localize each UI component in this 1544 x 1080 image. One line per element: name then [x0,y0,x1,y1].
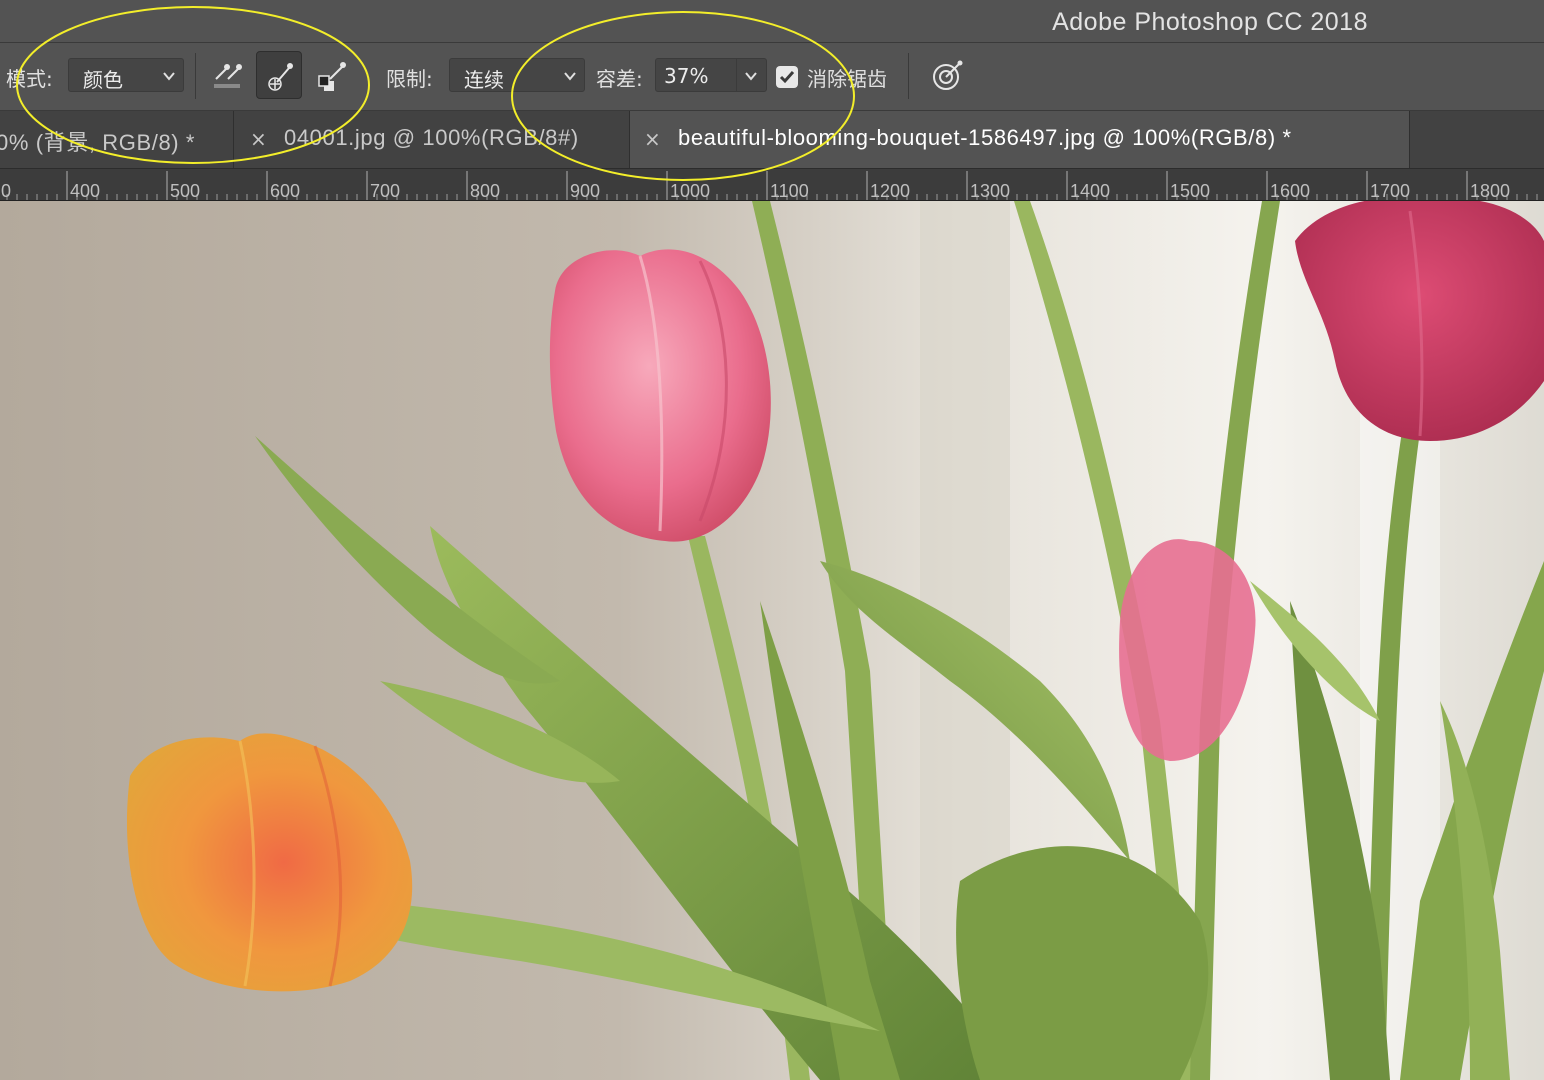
document-tab[interactable]: × 04001.jpg @ 100%(RGB/8#) [234,111,630,168]
divider [908,53,909,99]
mode-label: 模式: [6,67,53,91]
mode-select[interactable]: 颜色 [68,58,184,92]
limit-value: 连续 [464,68,504,92]
add-to-sample-eyedropper-button[interactable] [256,51,302,99]
tab-label: 04001.jpg @ 100%(RGB/8#) [284,125,579,150]
chevron-down-icon[interactable] [743,68,759,84]
tulip-photo [0,201,1544,1080]
mode-value: 颜色 [83,68,123,92]
chevron-down-icon [163,72,175,81]
ruler-label: 400 [70,181,100,200]
sample-eyedropper-icon [214,64,242,88]
divider [195,53,196,99]
subtract-from-sample-eyedropper-button[interactable] [310,51,356,99]
tab-label: beautiful-blooming-bouquet-1586497.jpg @… [678,125,1292,150]
title-bar: Adobe Photoshop CC 2018 [0,0,1544,43]
protect-foreground-icon [933,60,963,90]
close-icon[interactable]: × [644,127,661,151]
subtract-from-sample-eyedropper-icon [318,62,346,91]
add-to-sample-eyedropper-icon [268,63,293,91]
limit-select[interactable]: 连续 [449,58,585,92]
tab-label: 0% (背景, RGB/8) * [0,130,196,155]
checkmark-icon [779,71,795,84]
sample-eyedropper-button[interactable] [204,51,250,99]
ruler-label: 700 [370,181,400,200]
ruler-label: 0 [1,181,11,200]
ruler-label: 800 [470,181,500,200]
ruler-label: 500 [170,181,200,200]
protect-foreground-button[interactable] [924,51,970,99]
ruler-label: 1000 [670,181,710,200]
ruler-label: 1400 [1070,181,1110,200]
ruler-label: 1800 [1470,181,1510,200]
app-title: Adobe Photoshop CC 2018 [1052,8,1368,36]
ruler-label: 1300 [970,181,1010,200]
horizontal-ruler: 0 400 500 600 700 800 900 1000 1100 1200 1300 1400 1… [0,169,1544,201]
ruler-label: 600 [270,181,300,200]
document-tab-active[interactable]: × beautiful-blooming-bouquet-1586497.jpg… [630,111,1410,168]
tolerance-label: 容差: [596,67,643,91]
ruler-ticks: 0 400 500 600 700 800 900 1000 1100 1200 1300 1400 1… [1,171,1538,200]
ruler-label: 1100 [770,181,809,200]
document-canvas[interactable] [0,201,1544,1080]
ruler-label: 1200 [870,181,910,200]
ruler-label: 1700 [1370,181,1410,200]
document-tab[interactable]: 0% (背景, RGB/8) * [0,111,234,168]
divider [736,59,737,91]
limit-label: 限制: [386,67,433,91]
ruler-label: 900 [570,181,600,200]
tool-options-bar: 模式: 颜色 限制: 连续 容差: 37% 消除锯齿 [0,43,1544,111]
antialias-label: 消除锯齿 [807,67,887,91]
tolerance-value: 37% [664,64,709,88]
ruler-label: 1500 [1170,181,1210,200]
document-tab-bar: 0% (背景, RGB/8) * × 04001.jpg @ 100%(RGB/… [0,111,1544,169]
tolerance-input[interactable]: 37% [655,58,767,92]
ruler-label: 1600 [1270,181,1310,200]
close-icon[interactable]: × [250,127,267,151]
antialias-checkbox[interactable] [776,66,798,88]
chevron-down-icon [564,72,576,81]
